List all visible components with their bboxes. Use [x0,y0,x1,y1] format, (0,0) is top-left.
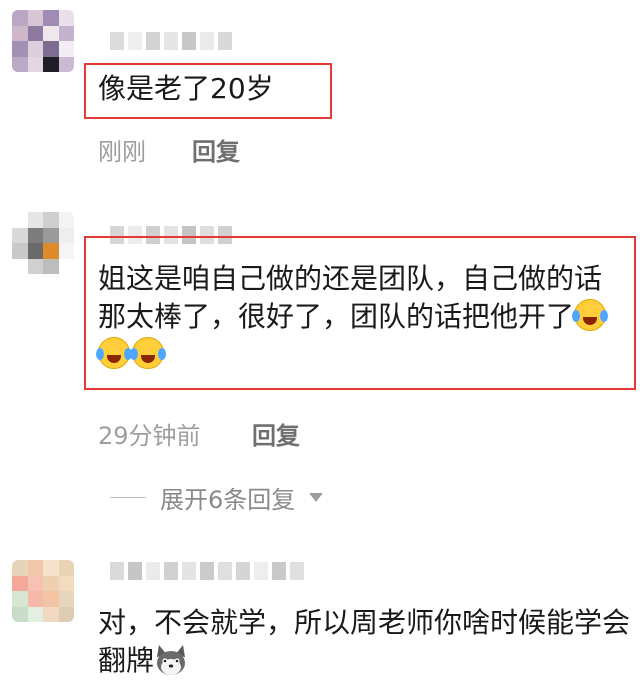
mosaic-cell [12,227,28,243]
mosaic-cell [58,56,74,72]
mosaic-cell [27,56,43,72]
laughing-crying-emoji-icon [130,337,166,369]
mosaic-cell [43,10,59,26]
mosaic-cell [58,606,74,622]
mosaic-cell [12,212,28,228]
mosaic-cell [27,41,43,57]
mosaic-cell [12,10,28,26]
mosaic-cell [58,10,74,26]
mosaic-cell [43,575,59,591]
mosaic-cell [58,227,74,243]
mosaic-cell [43,591,59,607]
username-blurred[interactable] [110,32,232,50]
mosaic-cell [58,212,74,228]
mosaic-cell [43,227,59,243]
mosaic-cell [12,56,28,72]
comment-time: 29分钟前 [98,422,201,450]
mosaic-cell [27,227,43,243]
mosaic-cell [58,560,74,576]
avatar[interactable] [12,10,74,72]
mosaic-cell [27,212,43,228]
comment-text: 对，不会就学，所以周老师你啥时候能学会翻牌 [98,604,633,680]
mosaic-cell [58,25,74,41]
expand-replies-button[interactable]: 展开6条回复 [110,480,324,515]
comment-time: 刚刚 [98,138,146,166]
avatar-mosaic [12,10,74,72]
expand-replies-label: 展开6条回复 [160,486,296,514]
mosaic-cell [12,575,28,591]
mosaic-cell [43,560,59,576]
mosaic-cell [27,575,43,591]
mosaic-cell [27,243,43,259]
comment-text: 像是老了20岁 [98,72,274,105]
mosaic-cell [12,560,28,576]
avatar-mosaic [12,212,74,274]
mosaic-cell [43,258,59,274]
reply-button[interactable]: 回复 [252,416,300,451]
comment-body: 姐这是咱自己做的还是团队，自己做的话那太棒了，很好了，团队的话把他开了 [98,262,603,333]
avatar[interactable] [12,212,74,274]
mosaic-cell [12,25,28,41]
mosaic-cell [12,591,28,607]
username-blurred[interactable] [110,562,304,580]
mosaic-cell [43,243,59,259]
avatar-mosaic [12,560,74,622]
mosaic-cell [27,591,43,607]
mosaic-cell [58,258,74,274]
mosaic-cell [58,591,74,607]
mosaic-cell [43,56,59,72]
mosaic-cell [12,41,28,57]
laughing-crying-emoji-icon [572,299,609,331]
comment-text: 姐这是咱自己做的还是团队，自己做的话那太棒了，很好了，团队的话把他开了 [96,260,626,374]
mosaic-cell [58,575,74,591]
mosaic-cell [27,25,43,41]
mosaic-cell [43,606,59,622]
laughing-crying-emoji-icon [96,337,132,369]
mosaic-cell [58,41,74,57]
avatar[interactable] [12,560,74,622]
chevron-down-icon [309,493,324,502]
divider [110,497,146,498]
mosaic-cell [12,258,28,274]
husky-emoji-icon [157,645,186,675]
mosaic-cell [43,25,59,41]
mosaic-cell [27,10,43,26]
mosaic-cell [12,243,28,259]
reply-button[interactable]: 回复 [192,132,240,167]
mosaic-cell [27,606,43,622]
mosaic-cell [12,606,28,622]
mosaic-cell [43,41,59,57]
mosaic-cell [27,560,43,576]
mosaic-cell [58,243,74,259]
mosaic-cell [27,258,43,274]
mosaic-cell [43,212,59,228]
